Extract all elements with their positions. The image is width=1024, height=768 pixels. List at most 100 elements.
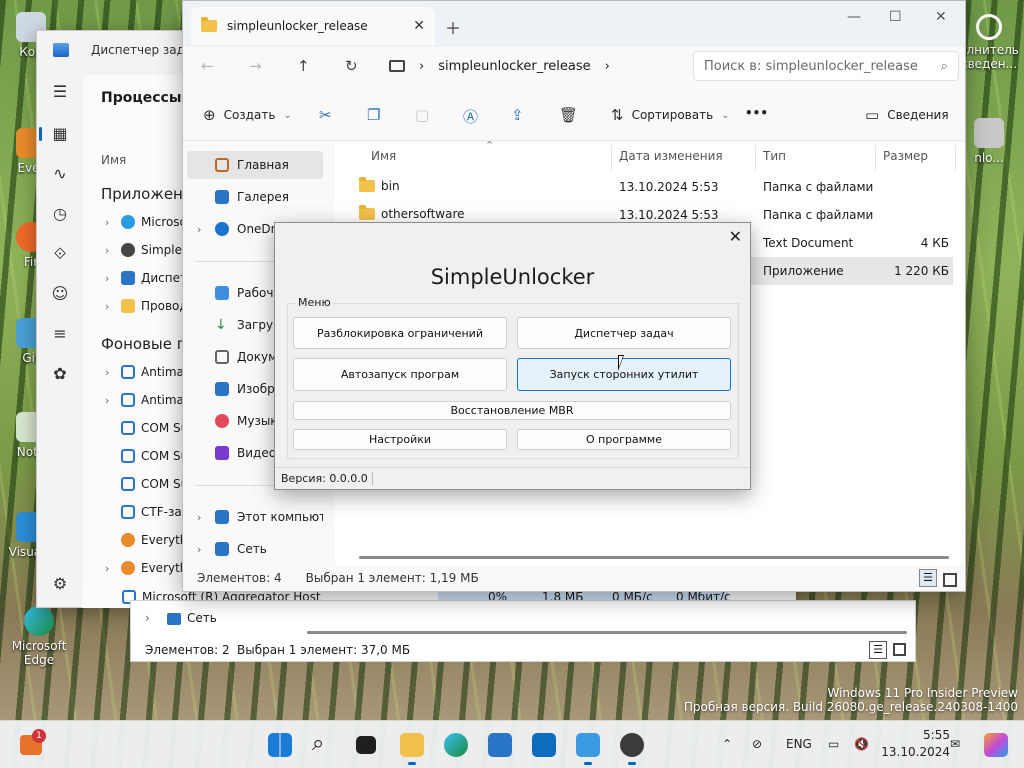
store-icon[interactable] [488, 733, 512, 757]
sidebar-item-network[interactable]: › Сеть [187, 535, 323, 563]
services-icon[interactable]: ✿ [49, 363, 71, 385]
restore-mbr-button[interactable]: Восстановление MBR [293, 401, 731, 420]
maximize-icon[interactable]: ☐ [889, 9, 902, 25]
process-name: Antimal [141, 393, 188, 407]
tab-simpleunlocker-release[interactable]: simpleunlocker_release ✕ [191, 7, 435, 45]
dialog-title: SimpleUnlocker [430, 265, 595, 289]
minimize-icon[interactable]: — [847, 9, 861, 25]
chevron-right-icon[interactable]: › [105, 562, 115, 575]
copy-icon[interactable]: ❐ [367, 106, 380, 124]
table-row[interactable]: bin 13.10.2024 5:53 Папка с файлами [347, 173, 953, 201]
chevron-right-icon[interactable]: › [105, 272, 115, 285]
speaker-off-icon[interactable]: 🔇 [854, 737, 869, 751]
edge-icon [24, 606, 54, 636]
column-header-name[interactable]: Имя [371, 149, 396, 163]
startup-icon[interactable]: ⟐ [49, 243, 71, 265]
details-view-button[interactable]: ☰ [919, 569, 937, 587]
refresh-icon[interactable]: ↻ [345, 57, 358, 75]
delete-icon[interactable]: 🗑 [559, 106, 578, 124]
column-header-name[interactable]: Имя [101, 153, 126, 167]
sidebar-item-label: Музык [237, 414, 278, 428]
settings-icon[interactable]: ⚙ [49, 573, 71, 595]
more-button[interactable]: ••• [745, 106, 768, 120]
sidebar-item-gallery[interactable]: Галерея [187, 183, 323, 211]
outlook-icon[interactable] [532, 733, 556, 757]
network-off-icon[interactable]: ⊘ [752, 737, 762, 751]
unlock-restrictions-button[interactable]: Разблокировка ограничений [293, 317, 507, 349]
start-icon[interactable] [268, 733, 292, 757]
sidebar-item-label: Этот компьюте [237, 510, 323, 524]
close-window-icon[interactable]: ✕ [935, 9, 947, 25]
horizontal-scrollbar[interactable] [359, 556, 949, 559]
address-bar[interactable]: › simpleunlocker_release › [389, 51, 683, 81]
up-icon[interactable]: ↑ [297, 57, 310, 75]
process-name: Everyth [141, 561, 188, 575]
task-manager-button[interactable]: Диспетчер задач [517, 317, 731, 349]
task-manager-icon[interactable] [576, 733, 600, 765]
close-icon[interactable]: ✕ [729, 227, 742, 246]
new-tab-icon[interactable]: ＋ [445, 15, 461, 39]
explorer-window-behind: › Сеть Элементов: 2 Выбран 1 элемент: 37… [130, 600, 916, 662]
settings-button[interactable]: Настройки [293, 429, 507, 450]
chevron-right-icon[interactable]: › [105, 216, 115, 229]
about-button[interactable]: О программе [517, 429, 731, 450]
notifications-icon[interactable]: ✉ [950, 737, 960, 751]
details-view-button[interactable]: ☰ [869, 641, 887, 659]
history-icon[interactable]: ◷ [49, 203, 71, 225]
chevron-right-icon[interactable]: › [105, 366, 115, 379]
search-input[interactable]: Поиск в: simpleunlocker_release ⌕ [693, 51, 959, 81]
cut-icon[interactable]: ✂ [319, 106, 332, 124]
tab-bar: simpleunlocker_release ✕ ＋ — ☐ ✕ [183, 1, 965, 47]
file-type: Приложение [763, 264, 844, 278]
chevron-right-icon[interactable]: › [105, 300, 115, 313]
chevron-right-icon[interactable]: › [105, 394, 115, 407]
network-icon [167, 613, 181, 625]
users-icon[interactable]: ☺ [49, 283, 71, 305]
create-button[interactable]: ⊕ Создать ⌄ [203, 106, 292, 124]
sidebar-item-this-pc[interactable]: › Этот компьюте [187, 503, 323, 531]
clock[interactable]: 5:55 13.10.2024 [881, 727, 950, 761]
file-type: Папка с файлами [763, 208, 874, 222]
column-header-type[interactable]: Тип [763, 149, 786, 163]
search-icon[interactable]: ⌕ [312, 733, 336, 757]
desktop-icon-edge[interactable]: Microsoft Edge [6, 606, 72, 667]
task-view-icon[interactable] [356, 736, 376, 754]
clock-time: 5:55 [923, 728, 950, 742]
monitor-icon[interactable]: ▭ [828, 737, 839, 751]
details-icon[interactable]: ≡ [49, 323, 71, 345]
status-bar: Элементов: 4 Выбран 1 элемент: 1,19 МБ [183, 565, 965, 591]
share-icon[interactable]: ⇪ [511, 106, 524, 124]
chevron-right-icon[interactable]: › [197, 511, 201, 524]
chevron-right-icon[interactable]: › [145, 611, 150, 625]
hamburger-icon[interactable]: ☰ [49, 81, 71, 103]
chevron-up-icon[interactable]: ⌃ [722, 737, 732, 751]
sidebar-item-network[interactable]: Сеть [187, 611, 217, 625]
sort-button[interactable]: ⇅ Сортировать ⌄ [611, 106, 730, 124]
copilot-icon[interactable] [984, 733, 1008, 757]
chevron-right-icon[interactable]: › [197, 543, 201, 556]
rename-icon[interactable]: Ⓐ [463, 106, 478, 127]
column-header-date[interactable]: Дата изменения [619, 149, 723, 163]
paste-icon[interactable]: ▢ [415, 106, 429, 124]
processes-icon[interactable]: ▦ [39, 123, 71, 145]
details-pane-button[interactable]: ▭ Сведения [865, 106, 949, 124]
sidebar-item-home[interactable]: Главная [187, 151, 323, 179]
performance-icon[interactable]: ∿ [49, 163, 71, 185]
simpleunlocker-icon[interactable] [620, 733, 644, 765]
autorun-button[interactable]: Автозапуск програм [293, 358, 507, 391]
breadcrumb[interactable]: simpleunlocker_release [438, 59, 590, 74]
back-icon[interactable]: ← [201, 57, 214, 75]
file-explorer-icon[interactable] [400, 733, 424, 765]
chevron-right-icon[interactable]: › [197, 223, 201, 236]
column-header-size[interactable]: Размер [883, 149, 928, 163]
page-title: Процессы [101, 90, 182, 106]
tiles-view-button[interactable] [893, 643, 906, 656]
language-indicator[interactable]: ENG [786, 737, 812, 751]
tiles-view-button[interactable] [943, 573, 957, 587]
edge-icon[interactable] [444, 733, 468, 757]
forward-icon[interactable]: → [249, 57, 262, 75]
simpleunlocker-shortcut-icon [974, 118, 1004, 148]
close-icon[interactable]: ✕ [413, 18, 425, 34]
scrollbar[interactable] [307, 631, 907, 634]
chevron-right-icon[interactable]: › [105, 244, 115, 257]
